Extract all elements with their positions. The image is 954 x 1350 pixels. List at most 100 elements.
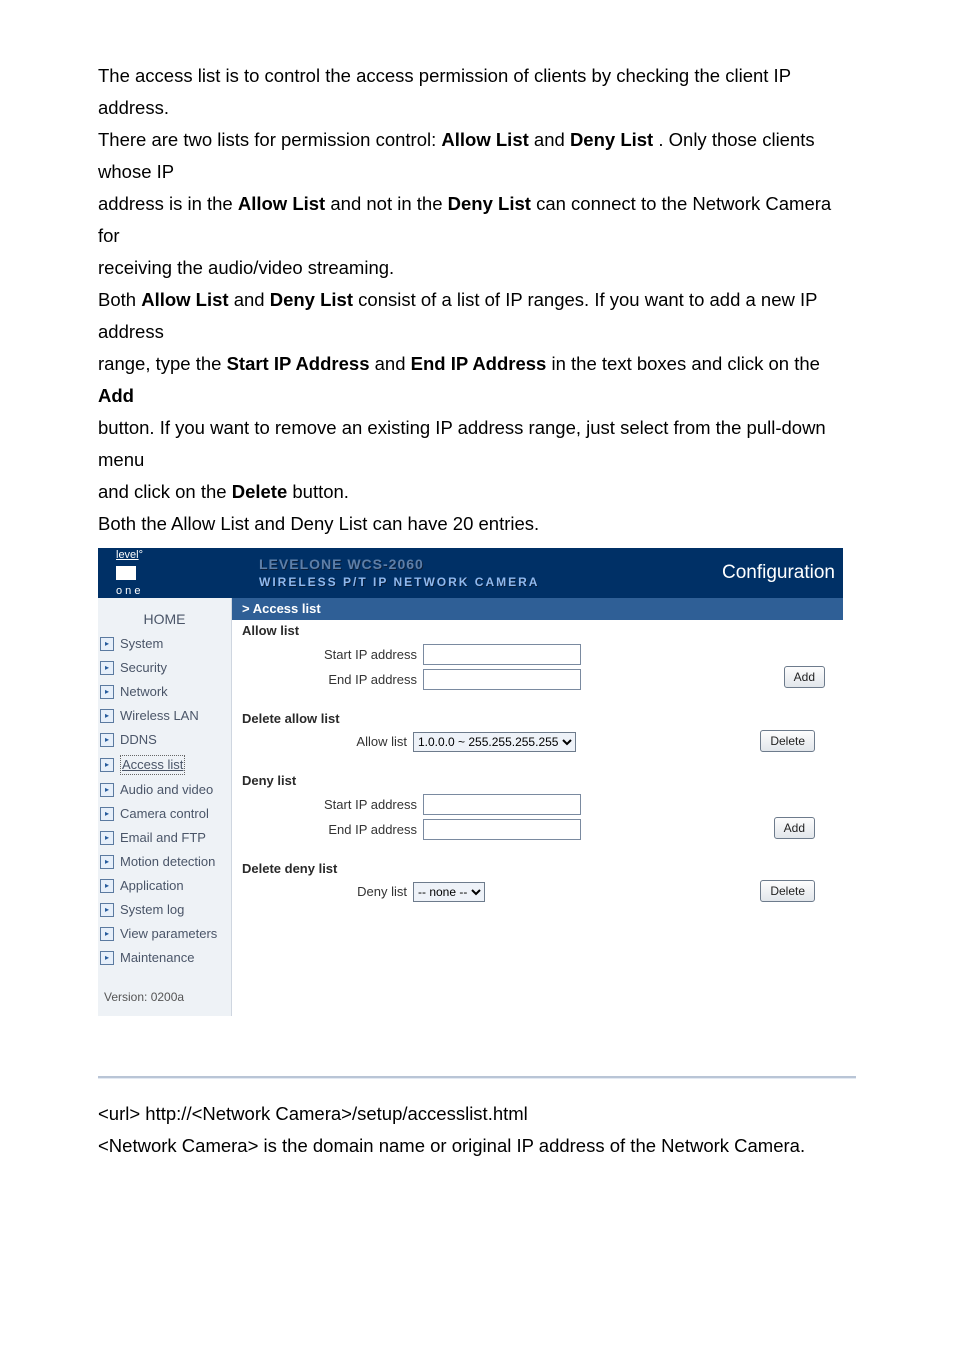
- sidebar-item-label: View parameters: [120, 925, 217, 943]
- deny-list-term: Deny List: [270, 289, 353, 310]
- allow-add-button[interactable]: Add: [784, 666, 825, 688]
- sidebar-item-maintenance[interactable]: Maintenance: [98, 946, 231, 970]
- start-ip-label: Start IP address: [242, 796, 417, 814]
- allow-delete-button[interactable]: Delete: [760, 730, 815, 752]
- arrow-right-icon: [100, 661, 114, 675]
- arrow-right-icon: [100, 758, 114, 772]
- arrow-right-icon: [100, 951, 114, 965]
- divider: [98, 1076, 856, 1078]
- arrow-right-icon: [100, 685, 114, 699]
- start-ip-label: Start IP address: [242, 646, 417, 664]
- start-ip-term: Start IP Address: [227, 353, 370, 374]
- url-line: <url> http://<Network Camera>/setup/acce…: [98, 1098, 856, 1130]
- sidebar-home[interactable]: HOME: [98, 602, 231, 632]
- deny-start-ip-input[interactable]: [423, 794, 581, 815]
- configuration-label: Configuration: [722, 564, 843, 582]
- intro-line-2: There are two lists for permission contr…: [98, 124, 856, 188]
- sidebar-item-system[interactable]: System: [98, 632, 231, 656]
- intro-line-7: button. If you want to remove an existin…: [98, 412, 856, 476]
- version-label: Version: 0200a: [98, 970, 231, 1016]
- intro-line-3: address is in the Allow List and not in …: [98, 188, 856, 252]
- sidebar-item-label: Camera control: [120, 805, 209, 823]
- end-ip-term: End IP Address: [411, 353, 547, 374]
- config-screenshot: level° o n e LEVELONE WCS-2060 WIRELESS …: [98, 548, 843, 1016]
- add-term: Add: [98, 385, 134, 406]
- allow-list-term: Allow List: [238, 193, 325, 214]
- arrow-right-icon: [100, 807, 114, 821]
- deny-list-heading: Deny list: [242, 770, 833, 792]
- intro-line-8: and click on the Delete button.: [98, 476, 856, 508]
- allow-list-term: Allow List: [441, 129, 528, 150]
- deny-list-select-label: Deny list: [242, 883, 407, 901]
- text: range, type the: [98, 353, 227, 374]
- allow-end-ip-input[interactable]: [423, 669, 581, 690]
- delete-term: Delete: [232, 481, 288, 502]
- sidebar-item-application[interactable]: Application: [98, 874, 231, 898]
- sidebar-item-ddns[interactable]: DDNS: [98, 728, 231, 752]
- document-body: The access list is to control the access…: [0, 0, 954, 1242]
- product-subtitle: WIRELESS P/T IP NETWORK CAMERA: [259, 573, 722, 591]
- sidebar-item-label: Email and FTP: [120, 829, 206, 847]
- sidebar-item-view-parameters[interactable]: View parameters: [98, 922, 231, 946]
- arrow-right-icon: [100, 879, 114, 893]
- intro-line-1: The access list is to control the access…: [98, 60, 856, 124]
- sidebar-item-label: Motion detection: [120, 853, 215, 871]
- sidebar-item-email-and-ftp[interactable]: Email and FTP: [98, 826, 231, 850]
- logo-top: level: [116, 549, 139, 561]
- sidebar-item-label: Security: [120, 659, 167, 677]
- product-name: LEVELONE WCS-2060: [259, 555, 722, 573]
- arrow-right-icon: [100, 783, 114, 797]
- text: and click on the: [98, 481, 232, 502]
- allow-list-select[interactable]: 1.0.0.0 ~ 255.255.255.255: [413, 732, 576, 752]
- sidebar-item-system-log[interactable]: System log: [98, 898, 231, 922]
- allow-list-term: Allow List: [141, 289, 228, 310]
- deny-list-term: Deny List: [448, 193, 531, 214]
- deny-list-term: Deny List: [570, 129, 653, 150]
- text: address is in the: [98, 193, 238, 214]
- sidebar-item-motion-detection[interactable]: Motion detection: [98, 850, 231, 874]
- sidebar-item-label: System log: [120, 901, 184, 919]
- deny-delete-button[interactable]: Delete: [760, 880, 815, 902]
- sidebar-item-label: DDNS: [120, 731, 157, 749]
- delete-allow-heading: Delete allow list: [242, 708, 833, 730]
- deny-list-select[interactable]: -- none --: [413, 882, 485, 902]
- end-ip-label: End IP address: [242, 671, 417, 689]
- sidebar-item-label: Wireless LAN: [120, 707, 199, 725]
- arrow-right-icon: [100, 733, 114, 747]
- text: and: [534, 129, 570, 150]
- sidebar-item-access-list[interactable]: Access list: [98, 752, 231, 778]
- text: button.: [292, 481, 349, 502]
- arrow-right-icon: [100, 709, 114, 723]
- intro-line-6: range, type the Start IP Address and End…: [98, 348, 856, 412]
- url-note: <Network Camera> is the domain name or o…: [98, 1130, 856, 1162]
- text: and not in the: [330, 193, 447, 214]
- allow-start-ip-input[interactable]: [423, 644, 581, 665]
- sidebar-item-audio-and-video[interactable]: Audio and video: [98, 778, 231, 802]
- arrow-right-icon: [100, 831, 114, 845]
- sidebar-item-label: Audio and video: [120, 781, 213, 799]
- arrow-right-icon: [100, 903, 114, 917]
- sidebar-item-label: Application: [120, 877, 184, 895]
- breadcrumb: > Access list: [232, 598, 843, 620]
- sidebar-item-wireless-lan[interactable]: Wireless LAN: [98, 704, 231, 728]
- text: There are two lists for permission contr…: [98, 129, 441, 150]
- text: and: [234, 289, 270, 310]
- sidebar-item-label: Maintenance: [120, 949, 194, 967]
- logo-brick-icon: [116, 566, 136, 580]
- arrow-right-icon: [100, 855, 114, 869]
- end-ip-label: End IP address: [242, 821, 417, 839]
- text: and: [375, 353, 411, 374]
- shot-header: level° o n e LEVELONE WCS-2060 WIRELESS …: [98, 548, 843, 598]
- intro-line-4: receiving the audio/video streaming.: [98, 252, 856, 284]
- delete-deny-heading: Delete deny list: [242, 858, 833, 880]
- sidebar-item-network[interactable]: Network: [98, 680, 231, 704]
- arrow-right-icon: [100, 637, 114, 651]
- sidebar-item-camera-control[interactable]: Camera control: [98, 802, 231, 826]
- deny-add-button[interactable]: Add: [774, 817, 815, 839]
- main-panel: > Access list Allow list Start IP addres…: [231, 598, 843, 1016]
- sidebar-item-security[interactable]: Security: [98, 656, 231, 680]
- text: in the text boxes and click on the: [552, 353, 820, 374]
- product-title: LEVELONE WCS-2060 WIRELESS P/T IP NETWOR…: [241, 555, 722, 591]
- deny-end-ip-input[interactable]: [423, 819, 581, 840]
- sidebar-item-label: Network: [120, 683, 168, 701]
